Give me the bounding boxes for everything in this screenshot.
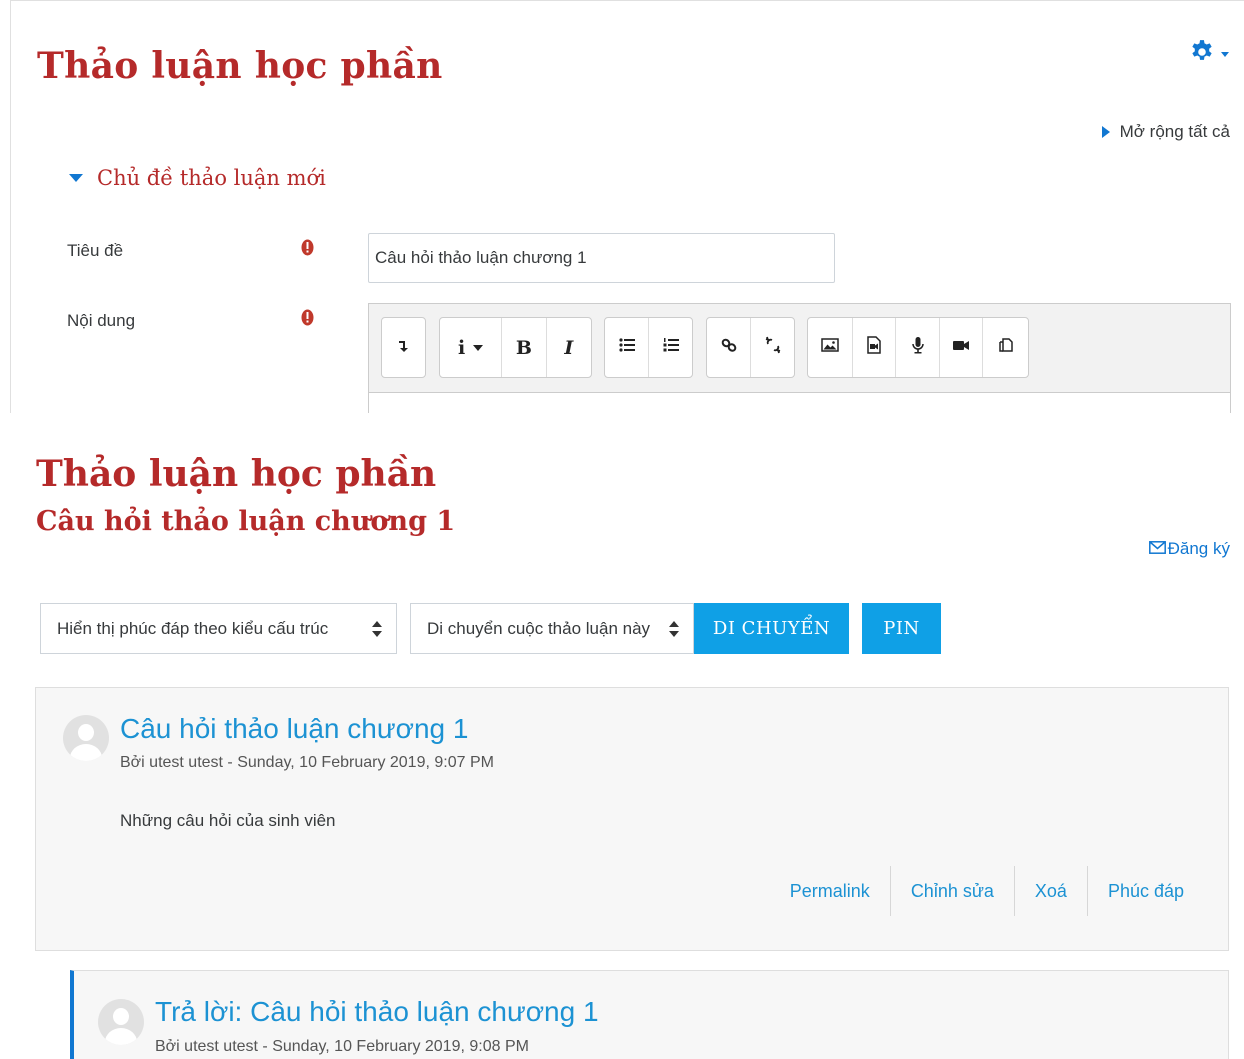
discussion-view-panel: Thảo luận học phần Câu hỏi thảo luận chư…	[0, 413, 1244, 1059]
caret-right-icon	[1101, 126, 1110, 138]
editor-content-area[interactable]	[369, 392, 1230, 413]
record-audio-icon	[909, 336, 927, 359]
media-button[interactable]	[853, 318, 897, 377]
paragraph-style-button[interactable]: i	[440, 318, 503, 377]
subscribe-label: Đăng ký	[1167, 539, 1230, 558]
caret-down-icon	[69, 174, 83, 182]
gear-icon	[1189, 39, 1215, 70]
move-discussion-select[interactable]: Di chuyển cuộc thảo luận này	[410, 603, 694, 654]
bold-icon: B	[515, 336, 532, 359]
post-subject[interactable]: Trả lời: Câu hỏi thảo luận chương 1	[155, 996, 599, 1028]
select-arrows-icon	[372, 621, 382, 637]
settings-menu[interactable]	[1189, 39, 1235, 69]
chevron-down-icon	[473, 344, 484, 351]
toolbar-group	[604, 317, 693, 378]
ordered-list-button[interactable]	[649, 318, 692, 377]
required-icon	[301, 309, 314, 326]
page-title: Thảo luận học phần	[37, 45, 443, 87]
message-editor: i B I	[368, 303, 1231, 413]
post-subject[interactable]: Câu hỏi thảo luận chương 1	[120, 713, 468, 745]
image-icon	[821, 336, 839, 359]
discussion-title: Câu hỏi thảo luận chương 1	[36, 506, 456, 537]
unlink-button[interactable]	[751, 318, 794, 377]
toolbar-group	[381, 317, 426, 378]
envelope-icon	[1148, 539, 1168, 559]
toolbar-group	[706, 317, 795, 378]
subject-label: Tiêu đề	[67, 241, 124, 260]
paragraph-icon: i	[457, 336, 466, 359]
subscribe-link[interactable]: Đăng ký	[1148, 539, 1230, 559]
display-mode-select[interactable]: Hiển thị phúc đáp theo kiểu cấu trúc	[40, 603, 397, 654]
link-button[interactable]	[707, 318, 751, 377]
page-title: Thảo luận học phần	[36, 453, 437, 495]
display-mode-value: Hiển thị phúc đáp theo kiểu cấu trúc	[57, 618, 329, 638]
manage-files-icon	[997, 336, 1015, 359]
show-more-button[interactable]	[382, 318, 425, 377]
permalink-link[interactable]: Permalink	[770, 866, 890, 916]
toolbar-group	[807, 317, 1029, 378]
post-byline: Bởi utest utest - Sunday, 10 February 20…	[155, 1038, 529, 1055]
avatar	[98, 999, 144, 1045]
move-button[interactable]: DI CHUYỂN	[694, 603, 849, 654]
italic-button[interactable]: I	[547, 318, 591, 377]
manage-files-button[interactable]	[983, 318, 1028, 377]
section-toggle[interactable]: Chủ đề thảo luận mới	[69, 166, 326, 190]
reply-link[interactable]: Phúc đáp	[1086, 866, 1204, 916]
pin-button[interactable]: PIN	[862, 603, 941, 654]
subject-input[interactable]	[368, 233, 835, 283]
forum-post: Câu hỏi thảo luận chương 1 Bởi utest ute…	[35, 687, 1229, 951]
avatar	[63, 715, 109, 761]
edit-link[interactable]: Chỉnh sửa	[889, 866, 1014, 916]
select-fade	[653, 604, 667, 653]
unordered-list-button[interactable]	[605, 318, 649, 377]
ordered-list-icon	[662, 336, 680, 359]
select-arrows-icon	[669, 621, 679, 637]
post-message: Những câu hỏi của sinh viên	[120, 811, 336, 830]
link-icon	[720, 336, 738, 359]
unordered-list-icon	[618, 336, 636, 359]
section-title: Chủ đề thảo luận mới	[97, 166, 326, 190]
chevron-down-icon	[1221, 51, 1229, 57]
record-audio-button[interactable]	[896, 318, 940, 377]
record-video-button[interactable]	[940, 318, 984, 377]
post-commands: Permalink Chỉnh sửa Xoá Phúc đáp	[770, 866, 1204, 916]
required-icon	[301, 239, 314, 256]
italic-icon: I	[564, 336, 574, 359]
record-video-icon	[952, 336, 970, 359]
message-label: Nội dung	[67, 311, 136, 330]
new-discussion-form-panel: Thảo luận học phần Mở rộng tất cả Chủ đề…	[10, 0, 1244, 413]
delete-link[interactable]: Xoá	[1013, 866, 1087, 916]
expand-all-label: Mở rộng tất cả	[1119, 122, 1230, 141]
expand-all-link[interactable]: Mở rộng tất cả	[1101, 122, 1230, 142]
media-icon	[865, 336, 883, 359]
forum-reply-post: Trả lời: Câu hỏi thảo luận chương 1 Bởi …	[70, 970, 1229, 1059]
post-byline: Bởi utest utest - Sunday, 10 February 20…	[120, 754, 494, 771]
show-more-icon	[395, 336, 413, 359]
unlink-icon	[764, 336, 782, 359]
image-button[interactable]	[808, 318, 853, 377]
bold-button[interactable]: B	[502, 318, 547, 377]
move-discussion-value: Di chuyển cuộc thảo luận này	[427, 618, 651, 638]
toolbar-group: i B I	[439, 317, 592, 378]
